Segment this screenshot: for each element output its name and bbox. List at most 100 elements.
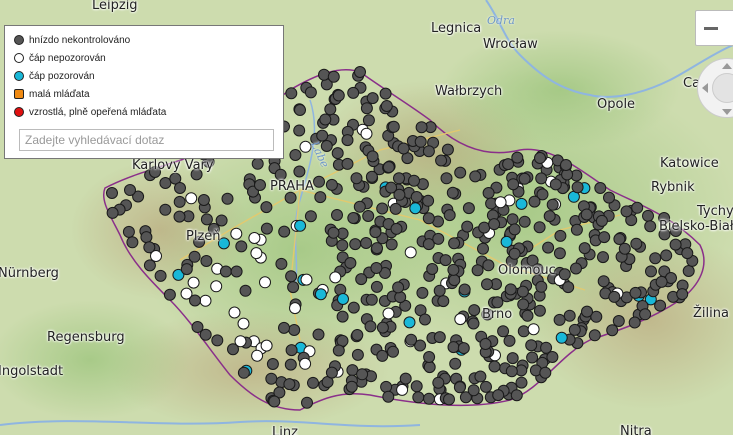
nest-marker[interactable] <box>393 188 406 201</box>
nest-marker[interactable] <box>518 215 531 228</box>
nest-marker[interactable] <box>366 150 379 163</box>
nest-marker[interactable] <box>260 201 273 214</box>
nest-marker[interactable] <box>221 192 234 205</box>
nest-marker[interactable] <box>542 241 555 254</box>
nest-marker[interactable] <box>392 281 405 294</box>
nest-marker[interactable] <box>553 247 566 260</box>
nest-marker[interactable] <box>351 329 364 341</box>
nest-marker[interactable] <box>283 378 296 391</box>
nest-marker[interactable] <box>505 365 518 378</box>
nest-marker[interactable] <box>336 310 349 323</box>
nest-marker[interactable] <box>390 222 403 235</box>
nest-marker[interactable] <box>376 202 389 215</box>
nest-marker[interactable] <box>553 313 566 326</box>
nest-marker[interactable] <box>187 276 200 289</box>
nest-marker[interactable] <box>437 295 450 308</box>
nest-marker[interactable] <box>347 212 360 224</box>
nest-marker[interactable] <box>506 352 519 365</box>
nest-marker[interactable] <box>479 338 492 350</box>
nest-marker[interactable] <box>469 170 482 183</box>
nest-marker[interactable] <box>571 181 584 194</box>
nest-marker[interactable] <box>173 195 186 208</box>
nest-marker[interactable] <box>535 280 548 293</box>
nest-marker[interactable] <box>554 229 567 242</box>
nest-marker[interactable] <box>527 323 540 336</box>
nest-marker[interactable] <box>517 298 530 311</box>
nest-marker[interactable] <box>300 273 313 286</box>
nest-marker[interactable] <box>533 304 546 317</box>
nest-marker[interactable] <box>449 357 462 370</box>
nest-marker[interactable] <box>546 198 559 211</box>
nest-marker[interactable] <box>555 331 568 344</box>
nest-marker[interactable] <box>448 274 461 287</box>
nest-marker[interactable] <box>399 372 412 385</box>
nest-marker[interactable] <box>285 87 298 100</box>
nest-marker[interactable] <box>549 178 562 191</box>
nest-marker[interactable] <box>385 238 398 251</box>
nest-marker[interactable] <box>341 134 354 147</box>
nest-marker[interactable] <box>631 201 644 214</box>
nest-marker[interactable] <box>435 154 448 167</box>
nest-marker[interactable] <box>507 178 520 191</box>
nest-marker[interactable] <box>588 329 601 342</box>
nest-marker[interactable] <box>278 225 291 238</box>
nest-marker[interactable] <box>124 184 136 196</box>
nest-marker[interactable] <box>106 206 119 219</box>
nest-marker[interactable] <box>122 225 135 238</box>
nest-marker[interactable] <box>324 103 337 116</box>
nest-marker[interactable] <box>294 104 306 116</box>
nest-marker[interactable] <box>312 328 325 341</box>
nest-marker[interactable] <box>360 237 373 249</box>
nest-marker[interactable] <box>423 361 436 374</box>
nest-marker[interactable] <box>535 172 548 185</box>
nest-marker[interactable] <box>608 290 621 303</box>
nest-marker[interactable] <box>355 273 368 286</box>
nest-marker[interactable] <box>230 265 243 278</box>
nest-marker[interactable] <box>380 380 393 393</box>
nest-marker[interactable] <box>259 276 271 289</box>
nest-marker[interactable] <box>332 89 345 102</box>
nest-marker[interactable] <box>219 265 232 278</box>
nest-marker[interactable] <box>628 316 641 329</box>
nest-marker[interactable] <box>382 390 395 403</box>
nest-marker[interactable] <box>423 351 436 363</box>
nest-marker[interactable] <box>497 325 510 338</box>
nest-marker[interactable] <box>199 294 212 307</box>
nest-marker[interactable] <box>474 370 487 383</box>
nest-marker[interactable] <box>299 357 312 370</box>
nest-marker[interactable] <box>289 149 302 161</box>
nest-marker[interactable] <box>235 240 248 253</box>
nest-marker[interactable] <box>645 265 657 278</box>
nest-marker[interactable] <box>525 339 538 352</box>
nest-marker[interactable] <box>365 170 378 183</box>
nest-marker[interactable] <box>237 317 250 330</box>
nest-marker[interactable] <box>211 334 224 347</box>
nest-marker[interactable] <box>382 307 395 320</box>
nest-marker[interactable] <box>560 159 572 171</box>
nest-marker[interactable] <box>327 70 340 83</box>
nest-marker[interactable] <box>143 241 156 254</box>
nest-marker[interactable] <box>404 246 417 259</box>
nest-marker[interactable] <box>331 147 344 160</box>
nest-marker[interactable] <box>294 219 307 232</box>
nest-marker[interactable] <box>347 301 360 314</box>
nest-marker[interactable] <box>344 257 357 269</box>
nest-marker[interactable] <box>516 285 529 298</box>
nest-marker[interactable] <box>488 360 501 373</box>
nest-marker[interactable] <box>439 254 452 267</box>
nest-marker[interactable] <box>433 331 446 344</box>
nest-marker[interactable] <box>534 152 546 164</box>
nest-marker[interactable] <box>353 200 366 213</box>
nest-marker[interactable] <box>188 250 201 263</box>
nest-marker[interactable] <box>563 309 576 322</box>
nest-marker[interactable] <box>250 247 263 260</box>
nest-marker[interactable] <box>189 294 201 307</box>
nest-marker[interactable] <box>510 389 523 402</box>
nest-marker[interactable] <box>336 239 349 252</box>
nest-marker[interactable] <box>325 178 338 191</box>
nest-marker[interactable] <box>314 191 327 204</box>
nest-marker[interactable] <box>382 161 395 174</box>
nest-marker[interactable] <box>278 321 290 334</box>
nest-marker[interactable] <box>478 221 491 234</box>
nest-marker[interactable] <box>393 172 405 185</box>
